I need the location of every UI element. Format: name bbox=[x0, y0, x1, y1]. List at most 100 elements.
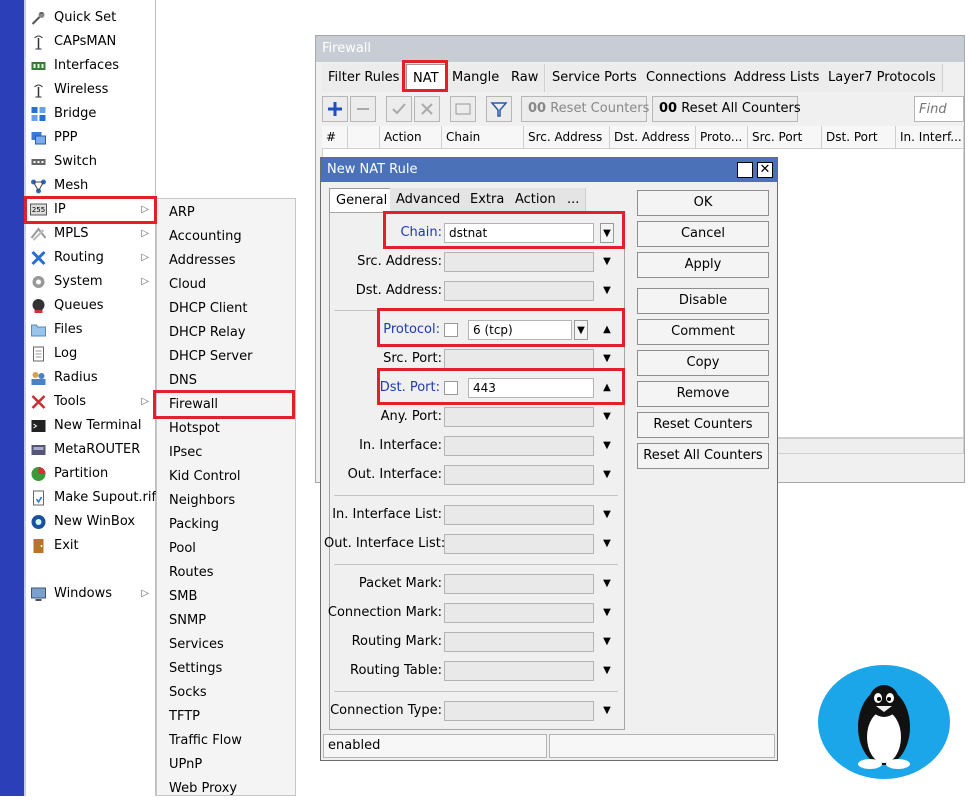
submenu-item-ipsec[interactable]: IPsec bbox=[157, 441, 295, 465]
tab-advanced[interactable]: Advanced bbox=[390, 188, 468, 212]
remove-button[interactable]: Remove bbox=[637, 381, 769, 407]
out-interface-list-dropdown-icon[interactable]: ▼ bbox=[600, 534, 614, 554]
column-header-dst-address[interactable]: Dst. Address bbox=[610, 126, 696, 148]
chain-select[interactable]: dstnat bbox=[444, 223, 594, 243]
menu-item-capsman[interactable]: CAPsMAN bbox=[26, 30, 155, 54]
submenu-item-upnp[interactable]: UPnP bbox=[157, 753, 295, 777]
menu-item-radius[interactable]: Radius bbox=[26, 366, 155, 390]
tab-action[interactable]: Action bbox=[509, 188, 563, 212]
routing-mark-dropdown-icon[interactable]: ▼ bbox=[600, 632, 614, 652]
in-interface-list-dropdown-icon[interactable]: ▼ bbox=[600, 505, 614, 525]
chain-dropdown-icon[interactable]: ▼ bbox=[600, 223, 614, 243]
dst-address-dropdown-icon[interactable]: ▼ bbox=[600, 281, 614, 301]
src-port-input[interactable] bbox=[444, 349, 594, 369]
protocol-collapse-icon[interactable]: ▲ bbox=[600, 320, 614, 340]
submenu-item-web-proxy[interactable]: Web Proxy bbox=[157, 777, 295, 801]
submenu-item-firewall[interactable]: Firewall bbox=[157, 393, 295, 417]
tab-more[interactable]: ... bbox=[561, 188, 587, 212]
cancel-button[interactable]: Cancel bbox=[637, 221, 769, 247]
submenu-item-settings[interactable]: Settings bbox=[157, 657, 295, 681]
out-interface-dropdown-icon[interactable]: ▼ bbox=[600, 465, 614, 485]
menu-item-tools[interactable]: Tools ▷ bbox=[26, 390, 155, 414]
tab-connections[interactable]: Connections bbox=[640, 64, 734, 92]
column-header-action[interactable]: Action bbox=[380, 126, 442, 148]
submenu-item-pool[interactable]: Pool bbox=[157, 537, 295, 561]
any-port-input[interactable] bbox=[444, 407, 594, 427]
menu-item-mpls[interactable]: MPLS ▷ bbox=[26, 222, 155, 246]
column-header-number[interactable]: # bbox=[322, 126, 348, 148]
menu-item-switch[interactable]: Switch bbox=[26, 150, 155, 174]
column-header-dst-port[interactable]: Dst. Port bbox=[822, 126, 896, 148]
close-icon[interactable]: ✕ bbox=[757, 162, 773, 178]
submenu-item-traffic-flow[interactable]: Traffic Flow bbox=[157, 729, 295, 753]
connection-type-select[interactable] bbox=[444, 701, 594, 721]
reset-all-counters-button[interactable]: 00 Reset All Counters bbox=[652, 96, 801, 122]
menu-item-exit[interactable]: Exit bbox=[26, 534, 155, 558]
tab-general[interactable]: General bbox=[329, 188, 395, 212]
menu-item-new-winbox[interactable]: New WinBox bbox=[26, 510, 155, 534]
filter-button[interactable] bbox=[486, 96, 512, 122]
dst-port-negate-checkbox[interactable] bbox=[444, 381, 458, 395]
submenu-item-dhcp-client[interactable]: DHCP Client bbox=[157, 297, 295, 321]
protocol-select[interactable]: 6 (tcp) bbox=[468, 320, 572, 340]
tab-nat[interactable]: NAT bbox=[406, 64, 446, 92]
dialog-title[interactable]: New NAT Rule ✕ bbox=[321, 158, 777, 182]
menu-item-ip[interactable]: 255 IP ▷ bbox=[26, 198, 155, 222]
packet-mark-dropdown-icon[interactable]: ▼ bbox=[600, 574, 614, 594]
tab-address-lists[interactable]: Address Lists bbox=[728, 64, 827, 92]
protocol-dropdown-icon[interactable]: ▼ bbox=[574, 320, 588, 340]
submenu-item-accounting[interactable]: Accounting bbox=[157, 225, 295, 249]
submenu-item-cloud[interactable]: Cloud bbox=[157, 273, 295, 297]
submenu-item-services[interactable]: Services bbox=[157, 633, 295, 657]
menu-item-interfaces[interactable]: Interfaces bbox=[26, 54, 155, 78]
menu-item-bridge[interactable]: Bridge bbox=[26, 102, 155, 126]
submenu-item-dhcp-server[interactable]: DHCP Server bbox=[157, 345, 295, 369]
menu-item-files[interactable]: Files bbox=[26, 318, 155, 342]
reset-all-counters-button[interactable]: Reset All Counters bbox=[637, 443, 769, 469]
packet-mark-select[interactable] bbox=[444, 574, 594, 594]
connection-mark-select[interactable] bbox=[444, 603, 594, 623]
submenu-item-dhcp-relay[interactable]: DHCP Relay bbox=[157, 321, 295, 345]
column-header-in-interface[interactable]: In. Interf... bbox=[896, 126, 964, 148]
any-port-dropdown-icon[interactable]: ▼ bbox=[600, 407, 614, 427]
dst-port-input[interactable]: 443 bbox=[468, 378, 594, 398]
out-interface-list-select[interactable] bbox=[444, 534, 594, 554]
maximize-icon[interactable] bbox=[737, 162, 753, 178]
routing-mark-select[interactable] bbox=[444, 632, 594, 652]
ok-button[interactable]: OK bbox=[637, 190, 769, 216]
submenu-item-kid-control[interactable]: Kid Control bbox=[157, 465, 295, 489]
reset-counters-button[interactable]: Reset Counters bbox=[637, 412, 769, 438]
column-header-src-address[interactable]: Src. Address bbox=[524, 126, 610, 148]
submenu-item-addresses[interactable]: Addresses bbox=[157, 249, 295, 273]
protocol-negate-checkbox[interactable] bbox=[444, 323, 458, 337]
apply-button[interactable]: Apply bbox=[637, 252, 769, 278]
copy-button[interactable]: Copy bbox=[637, 350, 769, 376]
src-address-dropdown-icon[interactable]: ▼ bbox=[600, 252, 614, 272]
column-header-src-port[interactable]: Src. Port bbox=[748, 126, 822, 148]
comment-button[interactable] bbox=[450, 96, 476, 122]
submenu-item-smb[interactable]: SMB bbox=[157, 585, 295, 609]
menu-item-wireless[interactable]: Wireless bbox=[26, 78, 155, 102]
disable-button[interactable]: Disable bbox=[637, 288, 769, 314]
tab-mangle[interactable]: Mangle bbox=[446, 64, 507, 92]
menu-item-routing[interactable]: Routing ▷ bbox=[26, 246, 155, 270]
menu-item-log[interactable]: Log bbox=[26, 342, 155, 366]
routing-table-dropdown-icon[interactable]: ▼ bbox=[600, 661, 614, 681]
menu-item-ppp[interactable]: PPP bbox=[26, 126, 155, 150]
submenu-item-packing[interactable]: Packing bbox=[157, 513, 295, 537]
tab-extra[interactable]: Extra bbox=[464, 188, 512, 212]
in-interface-select[interactable] bbox=[444, 436, 594, 456]
column-header-blank[interactable] bbox=[348, 126, 380, 148]
src-address-input[interactable] bbox=[444, 252, 594, 272]
menu-item-queues[interactable]: Queues bbox=[26, 294, 155, 318]
routing-table-select[interactable] bbox=[444, 661, 594, 681]
menu-item-mesh[interactable]: Mesh bbox=[26, 174, 155, 198]
menu-item-new-terminal[interactable]: New Terminal bbox=[26, 414, 155, 438]
connection-type-dropdown-icon[interactable]: ▼ bbox=[600, 701, 614, 721]
firewall-window-title[interactable]: Firewall bbox=[316, 36, 964, 62]
submenu-item-neighbors[interactable]: Neighbors bbox=[157, 489, 295, 513]
tab-service-ports[interactable]: Service Ports bbox=[546, 64, 644, 92]
menu-item-quick-set[interactable]: Quick Set bbox=[26, 6, 155, 30]
disable-button[interactable] bbox=[414, 96, 440, 122]
dst-address-input[interactable] bbox=[444, 281, 594, 301]
